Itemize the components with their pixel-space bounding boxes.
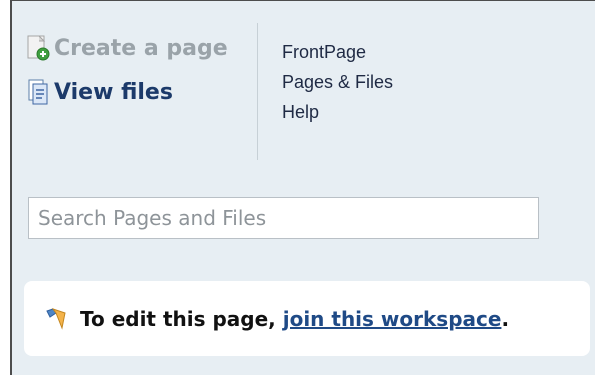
link-help[interactable]: Help (282, 97, 393, 127)
quick-actions: Create a page View files (26, 35, 228, 123)
create-page-label: Create a page (54, 35, 228, 61)
join-workspace-link[interactable]: join this workspace (283, 307, 502, 331)
nav-links: FrontPage Pages & Files Help (282, 37, 393, 127)
new-page-icon (27, 35, 50, 61)
flag-icon (46, 307, 66, 330)
link-pages-files[interactable]: Pages & Files (282, 67, 393, 97)
search-input[interactable] (28, 197, 539, 239)
edit-notice: To edit this page, join this workspace. (24, 281, 590, 356)
link-frontpage[interactable]: FrontPage (282, 37, 393, 67)
view-files-button[interactable]: View files (26, 79, 228, 105)
notice-prefix: To edit this page, (80, 306, 283, 331)
edit-notice-text: To edit this page, join this workspace. (80, 307, 509, 331)
create-page-button[interactable]: Create a page (26, 35, 228, 61)
vertical-divider (257, 23, 258, 160)
sidebar-panel: Create a page View files FrontPage Pages… (10, 0, 595, 375)
files-icon (28, 79, 48, 105)
notice-suffix: . (501, 306, 510, 331)
view-files-label: View files (54, 79, 173, 105)
